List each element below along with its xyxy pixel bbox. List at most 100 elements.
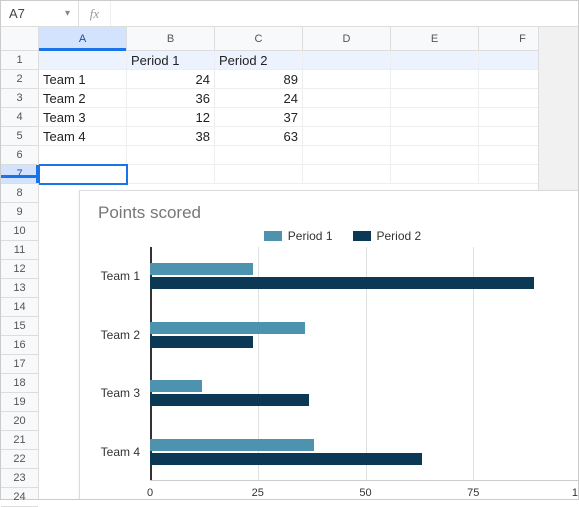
column-header[interactable]: C <box>215 27 303 50</box>
chart-title: Points scored <box>98 203 578 223</box>
cells-area[interactable]: Period 1 Period 2 Team 1 24 89 Team 2 36… <box>39 51 578 184</box>
cell[interactable] <box>303 165 391 184</box>
cell[interactable] <box>127 146 215 165</box>
category-label: Team 3 <box>90 386 140 400</box>
cell[interactable] <box>303 108 391 127</box>
formula-bar: A7 ▾ fx <box>1 1 578 27</box>
chart-bar <box>150 322 305 334</box>
cell[interactable] <box>391 146 479 165</box>
row-header[interactable]: 3 <box>1 89 38 108</box>
column-header[interactable]: A <box>39 27 127 50</box>
row-header[interactable]: 6 <box>1 146 38 165</box>
cell[interactable] <box>303 127 391 146</box>
bar-group <box>150 439 422 465</box>
row-header[interactable]: 20 <box>1 412 38 431</box>
cell[interactable]: Team 3 <box>39 108 127 127</box>
chart-plot-area: 0255075100Team 1Team 2Team 3Team 4 <box>150 247 578 499</box>
column-header[interactable]: B <box>127 27 215 50</box>
sheet-tab-indicator <box>1 175 39 178</box>
row-header[interactable]: 19 <box>1 393 38 412</box>
row-header[interactable]: 21 <box>1 431 38 450</box>
row-header[interactable]: 23 <box>1 469 38 488</box>
name-box[interactable]: A7 ▾ <box>1 1 79 26</box>
cell[interactable] <box>303 89 391 108</box>
cell[interactable] <box>127 165 215 184</box>
row-header[interactable]: 24 <box>1 488 38 507</box>
row-header[interactable]: 16 <box>1 336 38 355</box>
cell[interactable] <box>215 165 303 184</box>
row-header[interactable]: 5 <box>1 127 38 146</box>
cell[interactable]: 36 <box>127 89 215 108</box>
cell[interactable]: 37 <box>215 108 303 127</box>
cell[interactable]: 63 <box>215 127 303 146</box>
cell[interactable]: 89 <box>215 70 303 89</box>
column-header[interactable]: D <box>303 27 391 50</box>
select-all-corner[interactable] <box>1 27 38 51</box>
grid-body: A B C D E F Period 1 Period 2 Team 1 24 … <box>39 27 578 499</box>
spreadsheet-grid: 1 2 3 4 5 6 7 8 9 10 11 12 13 14 15 16 1… <box>1 27 578 499</box>
category-label: Team 1 <box>90 269 140 283</box>
cell[interactable] <box>391 127 479 146</box>
x-tick-label: 25 <box>252 487 264 499</box>
row-header[interactable]: 14 <box>1 298 38 317</box>
row-header[interactable]: 8 <box>1 184 38 203</box>
cell[interactable] <box>215 146 303 165</box>
cell[interactable]: 24 <box>215 89 303 108</box>
column-header[interactable]: E <box>391 27 479 50</box>
x-tick-label: 0 <box>147 487 153 499</box>
cell[interactable] <box>303 70 391 89</box>
x-axis <box>150 480 578 481</box>
cell[interactable]: 38 <box>127 127 215 146</box>
row-header[interactable]: 2 <box>1 70 38 89</box>
cell[interactable]: 12 <box>127 108 215 127</box>
bar-group <box>150 322 305 348</box>
cell[interactable] <box>391 89 479 108</box>
legend-label: Period 2 <box>377 229 422 243</box>
cell[interactable]: Team 2 <box>39 89 127 108</box>
row-header[interactable]: 9 <box>1 203 38 222</box>
cell[interactable]: Team 4 <box>39 127 127 146</box>
active-cell[interactable] <box>39 165 127 184</box>
legend-item: Period 1 <box>264 229 333 243</box>
x-tick-label: 100 <box>572 487 578 499</box>
cell[interactable]: Period 1 <box>127 51 215 70</box>
bar-group <box>150 263 534 289</box>
cell[interactable] <box>391 108 479 127</box>
row-header[interactable]: 10 <box>1 222 38 241</box>
row-header[interactable]: 12 <box>1 260 38 279</box>
row-header[interactable]: 4 <box>1 108 38 127</box>
chart-bar <box>150 380 202 392</box>
cell[interactable] <box>39 146 127 165</box>
legend-item: Period 2 <box>353 229 422 243</box>
cell[interactable] <box>391 70 479 89</box>
row-header[interactable]: 15 <box>1 317 38 336</box>
row-header[interactable]: 1 <box>1 51 38 70</box>
cell[interactable] <box>391 165 479 184</box>
legend-swatch-icon <box>353 231 371 241</box>
cell[interactable] <box>39 51 127 70</box>
category-label: Team 2 <box>90 328 140 342</box>
cell[interactable] <box>391 51 479 70</box>
chevron-down-icon[interactable]: ▾ <box>65 8 70 19</box>
cell[interactable]: Team 1 <box>39 70 127 89</box>
x-tick-label: 75 <box>467 487 479 499</box>
cell[interactable]: Period 2 <box>215 51 303 70</box>
row-header[interactable]: 11 <box>1 241 38 260</box>
chart-bar <box>150 336 253 348</box>
row-header[interactable]: 22 <box>1 450 38 469</box>
chart-bar <box>150 263 253 275</box>
cell[interactable] <box>303 51 391 70</box>
column-headers: A B C D E F <box>39 27 578 51</box>
row-header[interactable]: 18 <box>1 374 38 393</box>
chart[interactable]: Points scored Period 1 Period 2 0 25 50 75 1… <box>79 190 578 499</box>
chart-bar <box>150 439 314 451</box>
formula-input[interactable] <box>111 1 578 26</box>
legend-swatch-icon <box>264 231 282 241</box>
cell[interactable] <box>303 146 391 165</box>
row-headers: 1 2 3 4 5 6 7 8 9 10 11 12 13 14 15 16 1… <box>1 27 39 499</box>
x-tick-label: 50 <box>359 487 371 499</box>
category-label: Team 4 <box>90 445 140 459</box>
cell[interactable]: 24 <box>127 70 215 89</box>
row-header[interactable]: 13 <box>1 279 38 298</box>
row-header[interactable]: 17 <box>1 355 38 374</box>
